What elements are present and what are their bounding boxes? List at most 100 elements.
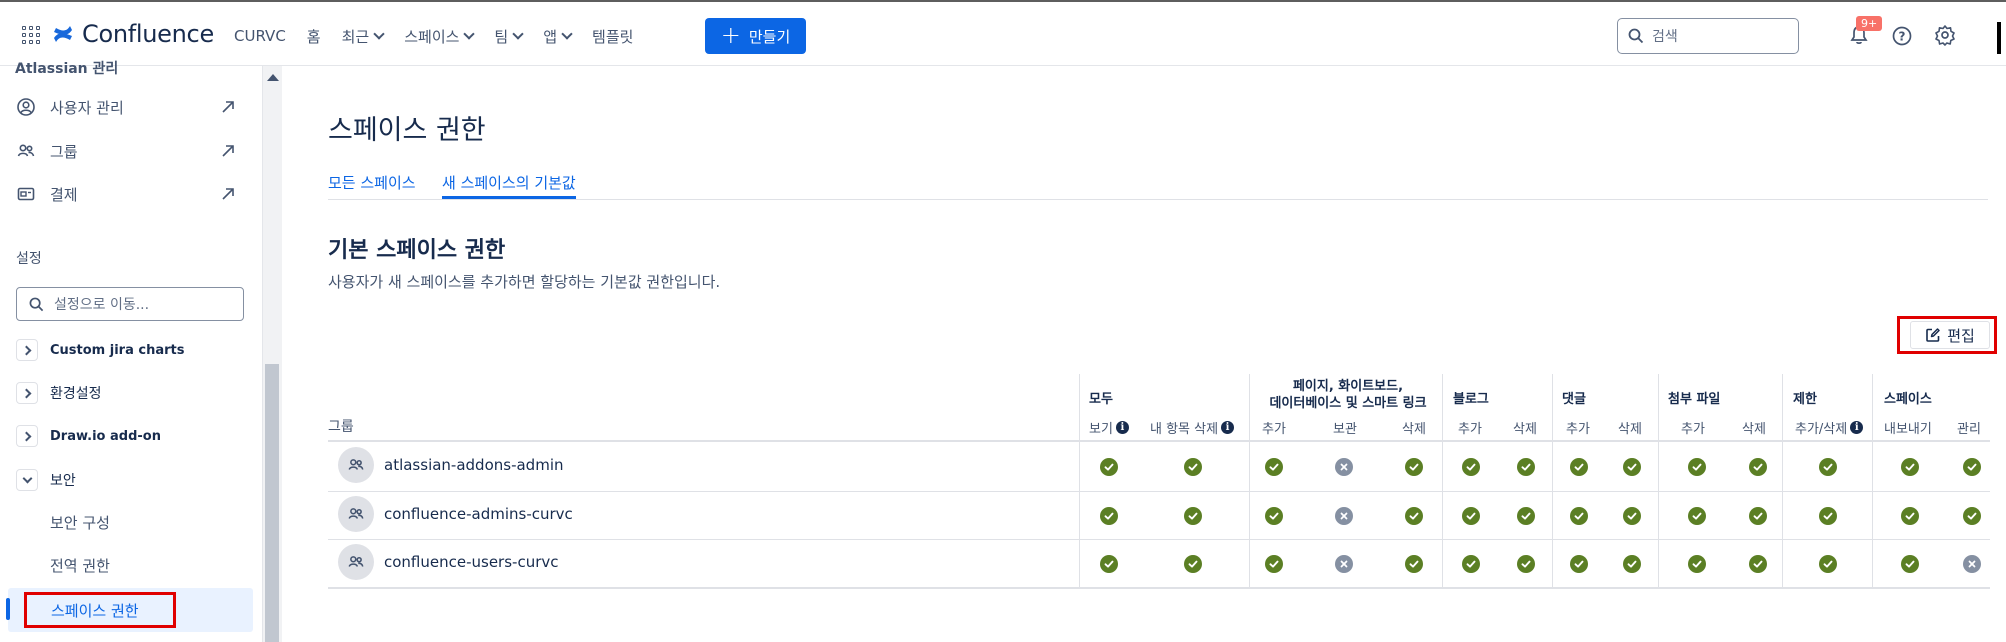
sidebar-item-label: 사용자 관리: [50, 98, 124, 117]
sidebar-tree-security[interactable]: 보안: [16, 467, 256, 493]
settings-search-placeholder: 설정으로 이동...: [54, 297, 150, 313]
nav-templates[interactable]: 템플릿: [592, 26, 633, 47]
sidebar-tree-preferences[interactable]: 환경설정: [16, 380, 256, 406]
nav-curvc[interactable]: CURVC: [234, 27, 286, 45]
column-divider: [1872, 374, 1873, 588]
check-circle-icon-attach-delete: [1749, 458, 1767, 476]
column-header-page-add: 추가: [1262, 422, 1286, 437]
sidebar-item-user-management[interactable]: 사용자 관리: [16, 94, 246, 120]
sidebar-item-label: 스페이스 권한: [51, 601, 139, 620]
tab-all-spaces[interactable]: 모든 스페이스: [328, 172, 416, 193]
page-title: 스페이스 권한: [328, 115, 486, 146]
sidebar-item-space-permissions-highlight[interactable]: 스페이스 권한: [24, 592, 176, 628]
sidebar-tree-custom-jira-charts[interactable]: Custom jira charts: [16, 337, 256, 363]
chevron-right-icon[interactable]: [16, 425, 38, 447]
plus-icon: +: [720, 21, 741, 49]
app-switcher-icon[interactable]: [22, 26, 40, 44]
svg-text:?: ?: [1899, 30, 1906, 44]
scroll-up-arrow-icon[interactable]: [267, 74, 279, 81]
info-icon[interactable]: i: [1115, 421, 1129, 434]
check-circle-icon-page-delete: [1405, 507, 1423, 525]
check-circle-icon-comment-add: [1570, 555, 1588, 573]
column-header-space-admin: 관리: [1957, 422, 1981, 437]
row-divider: [328, 539, 1990, 540]
scrollbar-thumb[interactable]: [265, 364, 279, 642]
check-circle-icon-page-delete: [1405, 458, 1423, 476]
sidebar-tree-drawio[interactable]: Draw.io add-on: [16, 423, 256, 449]
cross-circle-icon-page-archive: [1335, 458, 1353, 476]
nav-teams-label: 팀: [494, 27, 509, 46]
external-link-icon: [222, 101, 234, 113]
check-circle-icon-page-add: [1265, 458, 1283, 476]
column-group-pages: 페이지, 화이트보드, 데이터베이스 및 스마트 링크: [1260, 378, 1436, 412]
check-circle-icon-blog-delete: [1517, 458, 1535, 476]
nav-spaces[interactable]: 스페이스: [404, 26, 476, 47]
chevron-right-icon[interactable]: [16, 382, 38, 404]
group-name: confluence-users-curvc: [384, 553, 559, 571]
search-placeholder: 검색: [1652, 29, 1678, 45]
column-header-blog-delete: 삭제: [1513, 422, 1537, 437]
tab-new-space-defaults[interactable]: 새 스페이스의 기본값: [442, 172, 576, 199]
search-input[interactable]: 검색: [1617, 18, 1799, 54]
sidebar-item-billing[interactable]: 결제: [16, 181, 246, 207]
cross-circle-icon-space-admin: [1963, 555, 1981, 573]
column-header-delete-own: 내 항목 삭제 i: [1150, 418, 1235, 437]
check-circle-icon-restrict: [1819, 507, 1837, 525]
column-group-space: 스페이스: [1884, 392, 1932, 407]
column-group-blog: 블로그: [1453, 392, 1489, 407]
column-header-comment-add: 추가: [1566, 422, 1590, 437]
gear-icon[interactable]: [1934, 24, 1956, 46]
column-header-page-delete: 삭제: [1402, 422, 1426, 437]
column-group-comments: 댓글: [1562, 392, 1586, 407]
sidebar-tree-label: 환경설정: [50, 386, 102, 402]
group-avatar-icon: [338, 447, 374, 483]
billing-icon: [17, 187, 35, 201]
info-icon[interactable]: i: [1850, 421, 1864, 434]
chevron-down-icon: [373, 27, 385, 40]
check-circle-icon-blog-delete: [1517, 507, 1535, 525]
chevron-down-icon: [561, 27, 573, 40]
check-circle-icon-attach-add: [1688, 458, 1706, 476]
external-link-icon: [222, 188, 234, 200]
nav-teams[interactable]: 팀: [494, 26, 524, 47]
table-bottom-divider: [328, 587, 1990, 589]
chevron-right-icon[interactable]: [16, 339, 38, 361]
column-divider: [1658, 374, 1659, 588]
search-icon: [1628, 28, 1644, 44]
edit-button[interactable]: 편집: [1910, 321, 1990, 349]
nav-recent[interactable]: 최근: [342, 26, 385, 47]
chevron-down-icon[interactable]: [16, 469, 38, 491]
search-icon: [29, 297, 44, 311]
nav-apps-label: 앱: [543, 27, 558, 46]
help-icon[interactable]: ?: [1891, 25, 1913, 47]
settings-search-input[interactable]: 설정으로 이동...: [16, 287, 244, 321]
column-group-pages-line2: 데이터베이스 및 스마트 링크: [1269, 396, 1427, 411]
group-name: atlassian-addons-admin: [384, 456, 564, 474]
info-icon[interactable]: i: [1221, 421, 1235, 434]
cross-circle-icon-page-archive: [1335, 507, 1353, 525]
create-button[interactable]: + 만들기: [705, 18, 806, 54]
column-group-pages-line1: 페이지, 화이트보드,: [1292, 379, 1404, 394]
sidebar-item-security-config[interactable]: 보안 구성: [50, 512, 110, 533]
column-header-view: 보기 i: [1089, 418, 1129, 437]
confluence-logo[interactable]: Confluence: [52, 20, 214, 48]
check-circle-icon-comment-add: [1570, 507, 1588, 525]
top-navigation-bar: Confluence CURVC 홈 최근 스페이스 팀 앱 템플릿 + 만들기…: [0, 0, 2006, 66]
sidebar-scrollbar[interactable]: [262, 66, 282, 642]
create-button-label: 만들기: [748, 27, 791, 46]
nav-apps[interactable]: 앱: [543, 26, 573, 47]
column-header-blog-add: 추가: [1458, 422, 1482, 437]
nav-home[interactable]: 홈: [307, 26, 321, 47]
column-group-restrictions: 제한: [1793, 392, 1817, 407]
group-avatar-icon: [338, 496, 374, 532]
notification-badge: 9+: [1856, 16, 1883, 31]
sidebar-item-groups[interactable]: 그룹: [16, 138, 246, 164]
check-circle-icon-delete-own: [1184, 507, 1202, 525]
check-circle-icon-space-export: [1901, 458, 1919, 476]
column-header-restrict-add-delete: 추가/삭제 i: [1795, 418, 1864, 437]
nav-spaces-label: 스페이스: [404, 27, 460, 46]
sidebar-item-global-permissions[interactable]: 전역 권한: [50, 555, 110, 576]
sidebar-item-label: 그룹: [50, 142, 78, 161]
check-circle-icon-attach-add: [1688, 507, 1706, 525]
sidebar-tree-label: Custom jira charts: [50, 342, 185, 358]
